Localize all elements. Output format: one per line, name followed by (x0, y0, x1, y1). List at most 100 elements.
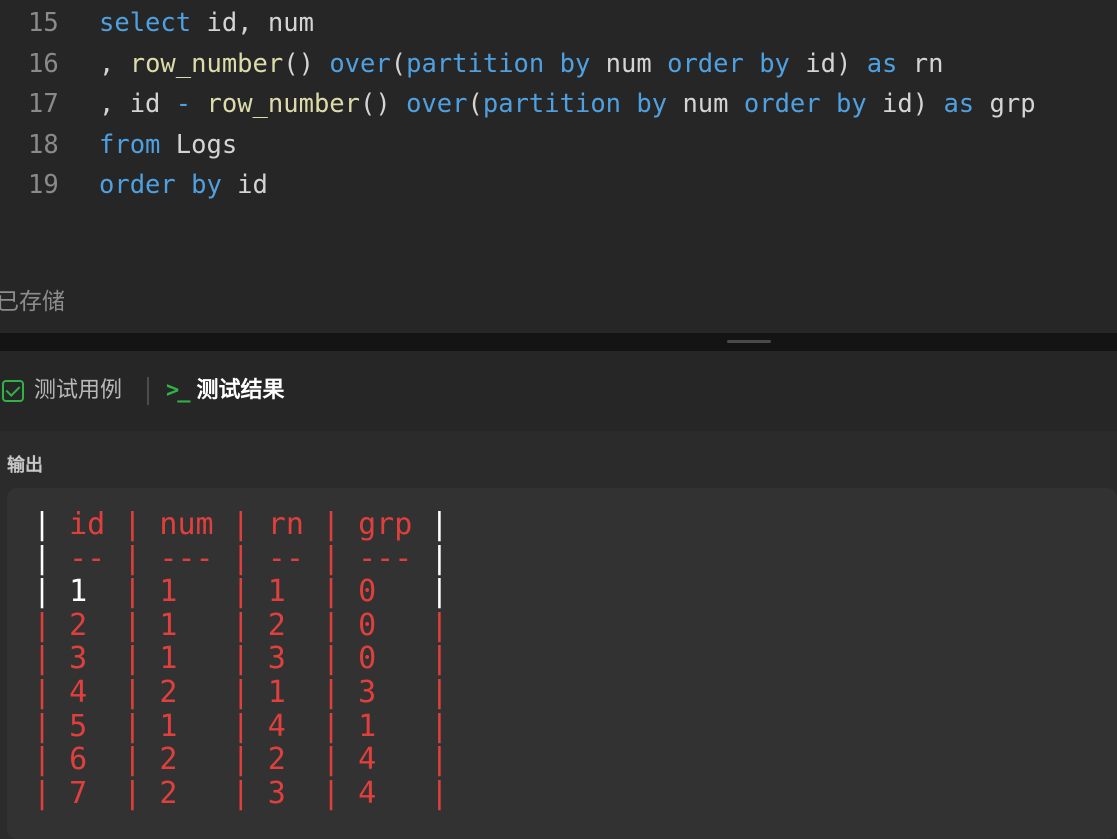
output-panel: 输出 | id | num | rn | grp | | -- | --- | -… (0, 431, 1117, 839)
code-token: id) (866, 89, 944, 119)
table-border: | (430, 574, 449, 610)
table-border: | (322, 775, 341, 811)
code-line[interactable]: 17 , id - row_number() over(partition by … (0, 84, 1117, 124)
divider-drag-handle[interactable] (727, 340, 771, 343)
table-border: | (322, 742, 341, 778)
table-border: | (430, 507, 449, 542)
output-table-row: | 4 | 2 | 1 | 3 | (33, 676, 448, 710)
code-token: row_number (129, 48, 284, 79)
table-border: | (322, 641, 341, 677)
table-border: | (123, 675, 142, 710)
code-text[interactable]: from Logs (99, 125, 237, 165)
table-cell: 7 (51, 775, 124, 811)
table-cell: 2 (249, 607, 322, 643)
table-border: | (430, 708, 449, 744)
tab-separator (147, 377, 149, 405)
table-border: | (430, 742, 449, 778)
table-border: | (123, 742, 142, 778)
code-token: ( (390, 48, 407, 79)
table-cell: 1 (249, 675, 322, 710)
output-label: 输出 (7, 455, 43, 476)
code-token: () (360, 89, 407, 119)
table-cell: 1 (141, 708, 232, 744)
code-token: over (406, 89, 468, 119)
table-cell: --- (340, 540, 431, 576)
output-table-row: | 1 | 1 | 1 | 0 | (33, 575, 448, 609)
code-line[interactable]: 16, row_number() over(partition by num o… (0, 44, 1117, 84)
table-border: | (430, 641, 449, 677)
table-cell: 4 (249, 708, 322, 744)
code-token: order by (743, 89, 867, 119)
table-cell: 1 (141, 641, 232, 677)
table-border: | (231, 540, 250, 576)
tab-test-results-label: 测试结果 (196, 378, 285, 403)
table-border: | (231, 675, 250, 710)
table-cell: 3 (51, 641, 124, 677)
code-token: num (667, 89, 744, 119)
code-token: from (99, 129, 161, 160)
table-border: | (33, 507, 52, 542)
table-border: | (33, 641, 52, 677)
code-token: partition by (482, 89, 668, 119)
table-border: | (33, 574, 52, 610)
table-cell: id (51, 507, 124, 542)
tab-test-results[interactable]: >_ 测试结果 (166, 373, 285, 409)
tab-test-cases[interactable]: 测试用例 (2, 373, 122, 409)
table-border: | (33, 708, 52, 744)
table-cell: 1 (51, 574, 124, 610)
table-border: | (430, 675, 449, 710)
table-border: | (33, 675, 52, 710)
code-token: as (943, 89, 975, 119)
table-border: | (33, 742, 52, 778)
table-cell: 0 (340, 641, 431, 677)
table-border: | (231, 708, 250, 744)
code-text[interactable]: order by id (99, 165, 268, 205)
table-cell: grp (340, 507, 431, 542)
table-cell: 4 (340, 742, 431, 778)
table-border: | (33, 775, 52, 811)
code-text[interactable]: select id, num (99, 3, 314, 43)
code-editor[interactable]: 15 select id, num 16, row_number() over(pa… (0, 0, 1117, 333)
code-token: , (99, 48, 130, 79)
table-border: | (322, 607, 341, 643)
code-token: order by (667, 48, 790, 79)
table-border: | (123, 507, 142, 542)
table-cell: 1 (141, 574, 232, 610)
table-border: | (33, 540, 52, 576)
tab-test-cases-label: 测试用例 (34, 378, 123, 403)
code-line[interactable]: 15 select id, num (0, 3, 1117, 43)
panel-divider[interactable] (0, 333, 1117, 351)
table-border: | (322, 675, 341, 710)
code-line[interactable]: 18 from Logs (0, 125, 1117, 165)
code-token: id (221, 170, 268, 200)
table-cell: 2 (141, 675, 232, 710)
table-border: | (322, 540, 341, 576)
result-tabs-bar: 测试用例 >_ 测试结果 (0, 351, 1117, 431)
output-table-row: | 5 | 1 | 4 | 1 | (33, 708, 449, 744)
code-token: row_number (206, 89, 361, 119)
table-cell: 3 (340, 675, 431, 710)
table-border: | (430, 607, 449, 643)
code-token: - (175, 89, 192, 119)
table-cell: 2 (249, 742, 322, 778)
code-token: ( (467, 89, 483, 119)
table-border: | (231, 775, 250, 811)
code-text[interactable]: , row_number() over(partition by num ord… (99, 44, 943, 84)
table-border: | (33, 607, 52, 643)
table-border: | (430, 775, 449, 811)
table-border: | (322, 708, 341, 744)
table-border: | (231, 507, 250, 542)
code-token: , id (99, 89, 176, 119)
table-border: | (123, 574, 142, 610)
output-table-row: | 6 | 2 | 2 | 4 | (33, 743, 448, 777)
code-line[interactable]: 19 order by id (0, 165, 1117, 205)
table-cell: 1 (249, 574, 322, 610)
table-cell: 1 (141, 607, 232, 643)
table-cell: rn (249, 507, 322, 542)
output-table-header: | id | num | rn | grp | (33, 508, 448, 542)
table-border: | (231, 574, 250, 610)
table-cell: --- (141, 540, 232, 576)
code-text[interactable]: , id - row_number() over(partition by nu… (99, 84, 1036, 124)
table-cell: 0 (340, 607, 431, 643)
table-cell: -- (249, 540, 322, 576)
